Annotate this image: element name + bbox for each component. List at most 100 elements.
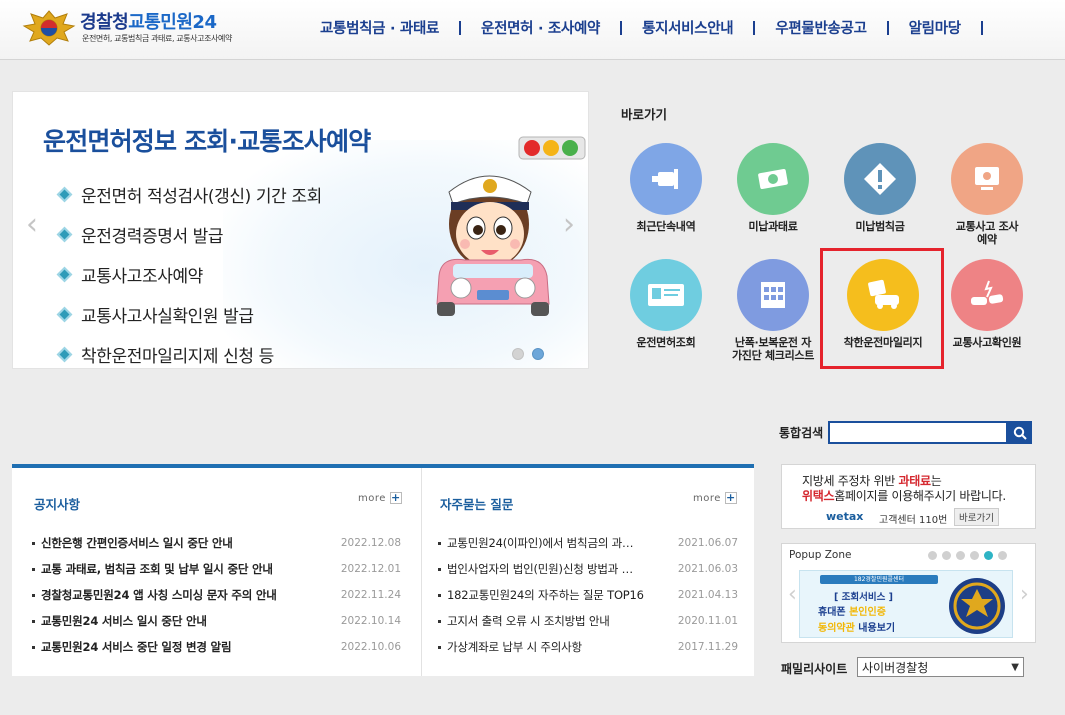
faq-row[interactable]: 교통민원24(이파인)에서 범칙금의 과… 2021.06.07 (438, 530, 738, 556)
nav-notification[interactable]: 통지서비스안내 (632, 17, 743, 38)
family-site-label: 패밀리사이트 (781, 662, 848, 676)
banner-line2: 위택스홈페이지를 이용해주시기 바랍니다. (802, 489, 1006, 503)
faq-more-button[interactable]: more + (693, 492, 737, 504)
police-emblem-icon (22, 10, 76, 46)
quick-recent-enforcement[interactable]: 최근단속내역 (616, 143, 716, 233)
police-emblem-icon (949, 578, 1005, 634)
logo-subtitle: 운전면허, 교통범칙금 과태료, 교통사고조사예약 (82, 34, 232, 43)
notice-row[interactable]: 교통민원24 서비스 일시 중단 안내 2022.10.14 (32, 608, 401, 634)
popup-dot[interactable] (928, 551, 937, 560)
notice-row[interactable]: 신한은행 간편인증서비스 일시 중단 안내 2022.12.08 (32, 530, 401, 556)
notice-row[interactable]: 경찰청교통민원24 앱 사칭 스미싱 문자 주의 안내 2022.11.24 (32, 582, 401, 608)
quick-unpaid-penalties[interactable]: 미납범칙금 (830, 143, 930, 233)
search-label: 통합검색 (779, 426, 824, 440)
wetax-logo: wetax (826, 510, 864, 523)
board-section: 공지사항 more + 신한은행 간편인증서비스 일시 중단 안내 2022.12.… (12, 464, 754, 676)
notice-row[interactable]: 교통민원24 서비스 중단 일정 변경 알림 2022.10.06 (32, 634, 401, 660)
hero-item[interactable]: 교통사고사실확인원 발급 (56, 294, 322, 334)
quick-accident-reservation[interactable]: 교통사고 조사예약 (937, 143, 1037, 246)
plus-icon: + (389, 491, 402, 504)
faq-title: 자주묻는 질문 (440, 497, 514, 512)
popup-zone-title: Popup Zone (789, 549, 852, 561)
hero-next-arrow[interactable]: › (558, 210, 580, 240)
chevron-right-icon: › (563, 207, 575, 242)
chevron-down-icon: ▼ (1011, 661, 1019, 673)
hero-dot[interactable] (512, 348, 524, 360)
bullet-icon (32, 593, 35, 597)
nav-separator (980, 20, 983, 35)
chevron-right-icon[interactable]: › (1020, 582, 1029, 607)
quick-links-title: 바로가기 (621, 107, 668, 122)
notice-more-button[interactable]: more + (358, 492, 402, 504)
main-nav: 교통범칙금 · 과태료 운전면허 · 조사예약 통지서비스안내 우편물반송공고 … (310, 17, 993, 38)
diamond-bullet-icon (56, 186, 73, 202)
nav-notice-board[interactable]: 알림마당 (899, 17, 971, 38)
popup-text-line1: [ 조회서비스 ] (834, 592, 893, 603)
nav-separator (620, 20, 623, 35)
logo-title: 경찰청교통민원24 (80, 12, 217, 33)
diamond-bullet-icon (56, 346, 73, 362)
popup-dot[interactable] (970, 551, 979, 560)
popup-pagination (928, 551, 1007, 560)
popup-zone: Popup Zone ‹ › 182경찰민원콜센터 [ 조회서비스 ] 휴대폰 … (781, 543, 1036, 643)
notice-list: 신한은행 간편인증서비스 일시 중단 안내 2022.12.08 교통 과태료, … (32, 530, 401, 660)
hero-pagination (512, 348, 544, 360)
quick-license-lookup[interactable]: 운전면허조회 (616, 259, 716, 349)
police-character-illustration (436, 175, 550, 316)
diamond-bullet-icon (56, 306, 73, 322)
hero-item[interactable]: 운전면허 적성검사(갱신) 기간 조회 (56, 174, 322, 214)
popup-dot[interactable] (956, 551, 965, 560)
hero-item[interactable]: 착한운전마일리지제 신청 등 (56, 334, 322, 368)
hero-title: 운전면허정보 조회·교통조사예약 (43, 127, 371, 156)
bullet-icon (438, 567, 441, 571)
bullet-icon (32, 541, 35, 545)
popup-dot[interactable] (998, 551, 1007, 560)
bullet-icon (438, 541, 441, 545)
search-button[interactable] (1008, 421, 1032, 444)
license-card-icon (630, 259, 702, 331)
bullet-icon (32, 619, 35, 623)
bullet-icon (438, 593, 441, 597)
nav-fines[interactable]: 교통범칙금 · 과태료 (310, 17, 449, 38)
faq-row[interactable]: 가상계좌로 납부 시 주의사항 2017.11.29 (438, 634, 738, 660)
search-input[interactable] (828, 421, 1008, 444)
popup-text-line2: 휴대폰 본인인증 (818, 607, 886, 618)
nav-separator (886, 20, 889, 35)
traffic-light-icon (518, 136, 586, 160)
site-logo[interactable]: 경찰청교통민원24 운전면허, 교통범칙금 과태료, 교통사고조사예약 (22, 6, 262, 50)
search-icon (1013, 426, 1027, 440)
bullet-icon (438, 645, 441, 649)
nav-separator (753, 20, 756, 35)
hero-dot-active[interactable] (532, 348, 544, 360)
popup-banner-image[interactable]: 182경찰민원콜센터 [ 조회서비스 ] 휴대폰 본인인증 동의약관 내용보기 (799, 570, 1013, 638)
quick-accident-certificate[interactable]: 교통사고확인원 (937, 259, 1037, 349)
popup-dot[interactable] (942, 551, 951, 560)
hero-slider[interactable]: 운전면허정보 조회·교통조사예약 운전면허 적성검사(갱신) 기간 조회 운전경… (12, 91, 589, 369)
hero-item[interactable]: 교통사고조사예약 (56, 254, 322, 294)
hero-service-list: 운전면허 적성검사(갱신) 기간 조회 운전경력증명서 발급 교통사고조사예약 … (56, 174, 322, 368)
nav-license[interactable]: 운전면허 · 조사예약 (471, 17, 610, 38)
banner-call-center: 고객센터 110번 (879, 515, 948, 526)
family-site-select[interactable]: 사이버경찰청 ▼ (857, 657, 1024, 677)
faq-row[interactable]: 고지서 출력 오류 시 조치방법 안내 2020.11.01 (438, 608, 738, 634)
money-icon (737, 143, 809, 215)
quick-reckless-driving-checklist[interactable]: 난폭·보복운전 자가진단 체크리스트 (723, 259, 823, 362)
hero-prev-arrow[interactable]: ‹ (21, 210, 43, 240)
chevron-left-icon[interactable]: ‹ (788, 582, 797, 607)
popup-dot-active[interactable] (984, 551, 993, 560)
nav-returned-mail[interactable]: 우편물반송공고 (765, 17, 876, 38)
diamond-bullet-icon (56, 266, 73, 282)
plus-icon: + (724, 491, 737, 504)
hero-item[interactable]: 운전경력증명서 발급 (56, 214, 322, 254)
camera-icon (630, 143, 702, 215)
faq-row[interactable]: 182교통민원24의 자주하는 질문 TOP16 2021.04.13 (438, 582, 738, 608)
notice-board: 공지사항 more + 신한은행 간편인증서비스 일시 중단 안내 2022.12.… (12, 468, 421, 676)
warning-diamond-icon (844, 143, 916, 215)
car-crash-icon (951, 259, 1023, 331)
quick-unpaid-fines[interactable]: 미납과태료 (723, 143, 823, 233)
wetax-banner[interactable]: 지방세 주정차 위반 과태료는 위택스홈페이지를 이용해주시기 바랍니다. we… (781, 464, 1036, 529)
faq-row[interactable]: 법인사업자의 법인(민원)신청 방법과 … 2021.06.03 (438, 556, 738, 582)
notice-row[interactable]: 교통 과태료, 범칙금 조회 및 납부 일시 중단 안내 2022.12.01 (32, 556, 401, 582)
faq-list: 교통민원24(이파인)에서 범칙금의 과… 2021.06.07 법인사업자의 법… (438, 530, 738, 660)
banner-go-button[interactable]: 바로가기 (954, 508, 999, 526)
